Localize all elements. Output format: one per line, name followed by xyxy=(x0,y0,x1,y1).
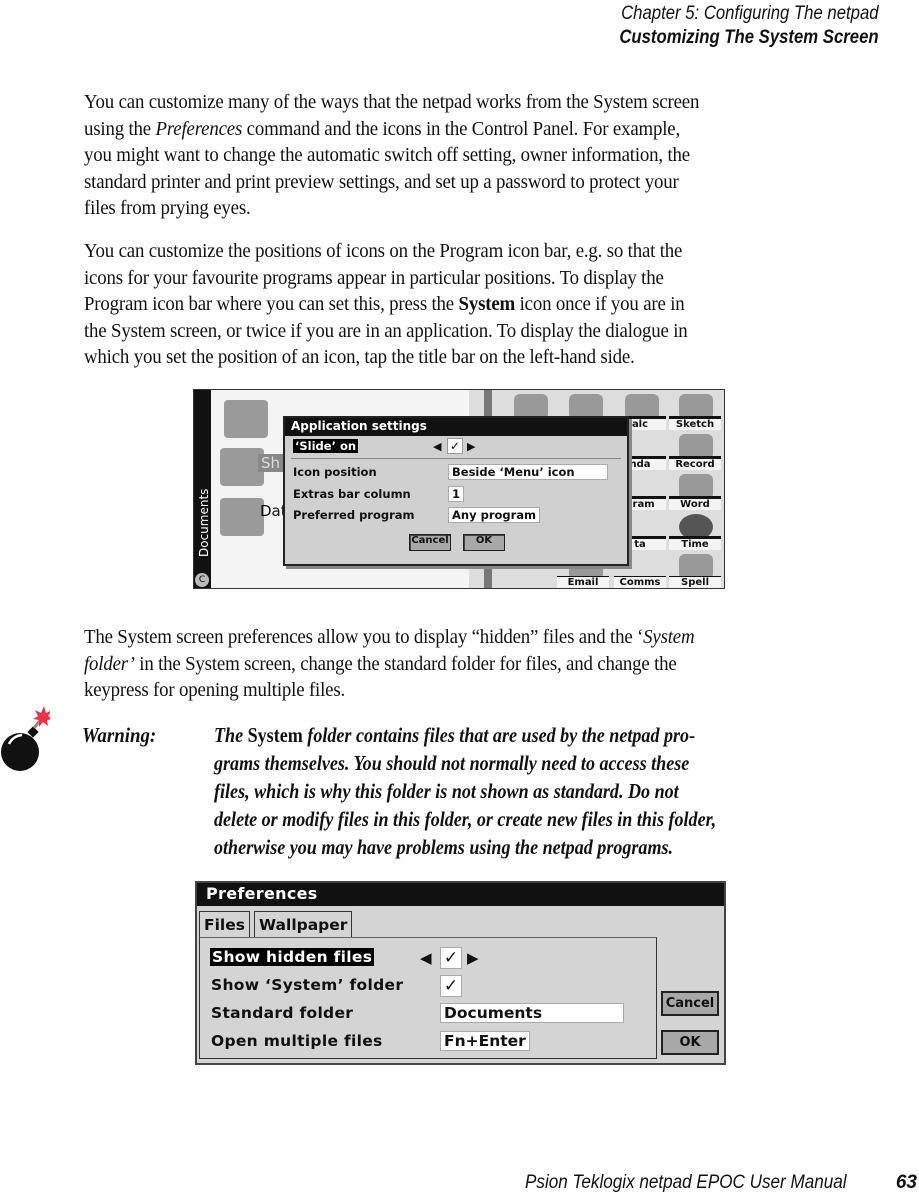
warning-body: The System folder contains files that ar… xyxy=(214,721,798,861)
documents-sidebar[interactable]: Documents C xyxy=(194,390,211,588)
text-line: The System screen preferences allow you … xyxy=(84,624,783,651)
system-term: System xyxy=(643,626,695,648)
folder-term: folder’ xyxy=(84,652,135,675)
ok-button[interactable]: OK xyxy=(661,1030,719,1055)
data-file-icon[interactable] xyxy=(220,498,264,536)
text-line: files from prying eyes. xyxy=(84,197,251,219)
cancel-button[interactable]: Cancel xyxy=(409,534,451,551)
show-hidden-files-checkbox[interactable]: ✓ xyxy=(440,947,462,969)
folder-icon[interactable] xyxy=(224,400,268,438)
text-span: command and the icons in the Control Pan… xyxy=(242,117,681,140)
preferred-program-label: Preferred program xyxy=(293,508,415,522)
text-line: You can customize many of the ways that … xyxy=(84,91,700,113)
text-line: using the Preferences command and the ic… xyxy=(84,116,783,143)
bomb-icon xyxy=(1,706,50,771)
text-line: Program icon bar where you can set this,… xyxy=(84,291,783,318)
program-label[interactable]: Time xyxy=(669,536,721,550)
icon-bar-paragraph: You can customize the positions of icons… xyxy=(84,238,844,371)
chapter-title: Chapter 5: Configuring The netpad xyxy=(621,3,879,24)
tab-wallpaper[interactable]: Wallpaper xyxy=(254,911,353,938)
text-line: otherwise you may have problems using th… xyxy=(214,835,674,859)
page-number: 63 xyxy=(895,1172,917,1193)
c-button[interactable]: C xyxy=(195,573,209,587)
text-line: the System screen, or twice if you are i… xyxy=(84,319,688,342)
text-line: grams themselves. You should not normall… xyxy=(214,751,690,775)
text-span: in the System screen, change the standar… xyxy=(134,652,677,675)
text-line: standard printer and print preview setti… xyxy=(84,170,679,193)
preferences-dialog-screenshot: Preferences Files Wallpaper Show hidden … xyxy=(195,881,726,1065)
program-label[interactable]: Word xyxy=(669,496,721,510)
show-hidden-files-label[interactable]: Show hidden files xyxy=(210,948,375,966)
icon-position-field[interactable]: Beside ‘Menu’ icon xyxy=(448,464,608,480)
application-settings-dialog: Application settings ‘Slide’ on ◀ ✓ ▶ Ic… xyxy=(283,416,629,566)
open-multiple-files-field[interactable]: Fn+Enter xyxy=(440,1031,530,1051)
system-term: System xyxy=(458,293,516,315)
application-settings-screenshot: Documents C Sh Dat alc Sketch nda Record… xyxy=(193,389,725,589)
ok-button[interactable]: OK xyxy=(463,534,505,551)
text-line: files, which is why this folder is not s… xyxy=(214,779,679,803)
dialog-title: Application settings xyxy=(285,418,627,436)
left-arrow-icon[interactable]: ◀ xyxy=(420,949,432,967)
file-label[interactable]: Sh xyxy=(258,454,284,472)
program-label[interactable]: Spell xyxy=(669,576,721,588)
text-span: Program icon bar where you can set this,… xyxy=(84,293,459,315)
footer-title: Psion Teklogix netpad EPOC User Manual xyxy=(525,1172,847,1193)
intro-paragraph: You can customize many of the ways that … xyxy=(84,89,844,222)
slide-on-label[interactable]: ‘Slide’ on xyxy=(293,439,359,453)
extras-bar-column-label: Extras bar column xyxy=(293,487,411,501)
preferences-term: Preferences xyxy=(155,117,243,140)
program-label[interactable]: Record xyxy=(669,456,721,470)
sidebar-label: Documents xyxy=(197,488,211,557)
text-line: keypress for opening multiple files. xyxy=(84,679,346,701)
divider xyxy=(291,458,621,459)
text-line: delete or modify files in this folder, o… xyxy=(214,807,717,831)
left-arrow-icon[interactable]: ◀ xyxy=(433,440,441,453)
text-line: which you set the position of an icon, t… xyxy=(84,346,635,368)
preferences-paragraph: The System screen preferences allow you … xyxy=(84,624,844,704)
system-term: System xyxy=(247,723,303,747)
program-label[interactable]: Sketch xyxy=(669,416,721,430)
right-arrow-icon[interactable]: ▶ xyxy=(467,440,475,453)
icon-position-label: Icon position xyxy=(293,465,377,479)
right-arrow-icon[interactable]: ▶ xyxy=(467,949,479,967)
show-system-folder-label: Show ‘System’ folder xyxy=(211,976,404,994)
slide-on-checkbox[interactable]: ✓ xyxy=(447,438,463,454)
text-line: The System folder contains files that ar… xyxy=(214,721,716,749)
text-line: icons for your favourite programs appear… xyxy=(84,266,664,289)
cancel-button[interactable]: Cancel xyxy=(661,991,719,1016)
files-panel: Show hidden files ◀ ✓ ▶ Show ‘System’ fo… xyxy=(199,937,657,1059)
text-line: You can customize the positions of icons… xyxy=(84,240,683,262)
standard-folder-label: Standard folder xyxy=(211,1004,354,1022)
dialog-title: Preferences xyxy=(197,883,724,906)
running-header: Chapter 5: Configuring The netpad Custom… xyxy=(584,2,879,50)
text-span: using the xyxy=(84,117,156,140)
text-span: icon once if you are in xyxy=(515,293,685,315)
preferred-program-field[interactable]: Any program xyxy=(448,507,541,523)
program-label[interactable]: Comms xyxy=(614,576,666,588)
section-title: Customizing The System Screen xyxy=(619,27,879,48)
show-system-folder-checkbox[interactable]: ✓ xyxy=(440,975,462,997)
text-span: The System screen preferences allow you … xyxy=(84,626,644,648)
extras-bar-column-field[interactable]: 1 xyxy=(448,486,465,502)
text-span: The xyxy=(214,723,248,747)
tab-files[interactable]: Files xyxy=(199,911,250,938)
open-multiple-files-label: Open multiple files xyxy=(211,1032,383,1050)
program-label[interactable]: Email xyxy=(557,576,609,588)
text-line: folder’ in the System screen, change the… xyxy=(84,651,783,678)
warning-label: Warning: xyxy=(82,723,157,747)
text-line: you might want to change the automatic s… xyxy=(84,144,690,166)
text-span: folder contains files that are used by t… xyxy=(302,723,696,747)
standard-folder-field[interactable]: Documents xyxy=(440,1003,624,1023)
